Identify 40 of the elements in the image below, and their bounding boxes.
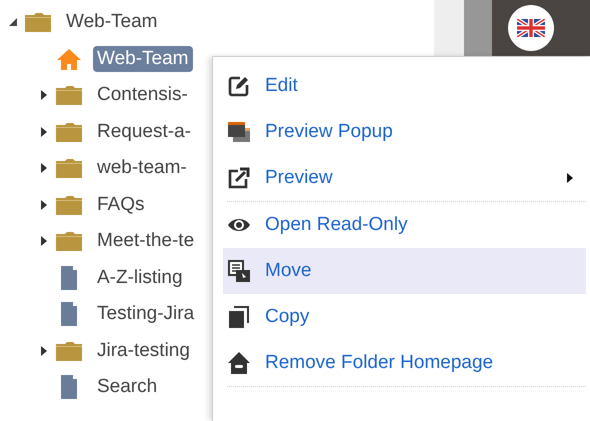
menu-item[interactable]: Move: [223, 248, 586, 294]
tree-item[interactable]: Meet-the-te: [93, 228, 198, 254]
menu-item[interactable]: Open Read-Only: [223, 202, 586, 248]
flag-icon: [517, 19, 545, 37]
external-link-icon: [227, 166, 251, 190]
tree-item[interactable]: web-team-: [93, 155, 191, 182]
popup-windows-icon: [227, 120, 251, 144]
edit-icon: [227, 74, 251, 98]
tree-item[interactable]: Contensis-: [93, 82, 192, 108]
copy-icon: [227, 305, 251, 329]
folder-icon: [55, 156, 83, 180]
collapse-arrow-icon[interactable]: [8, 17, 18, 28]
header-panel: [464, 0, 492, 56]
tree-item[interactable]: Web-Team: [93, 46, 193, 72]
tree-item[interactable]: A-Z-listing: [93, 264, 187, 291]
tree-item[interactable]: FAQs: [93, 192, 149, 218]
menu-item[interactable]: Preview Popup: [223, 109, 586, 155]
tree-item[interactable]: Testing-Jira: [93, 301, 198, 328]
header-panel: [434, 0, 464, 56]
tree-item[interactable]: Jira-testing: [93, 338, 194, 364]
expand-arrow-icon[interactable]: [39, 346, 49, 356]
menu-item[interactable]: Remove Folder Homepage: [223, 340, 586, 386]
folder-icon: [55, 83, 83, 108]
expand-arrow-icon[interactable]: [39, 200, 49, 210]
expand-arrow-icon[interactable]: [39, 90, 49, 100]
expand-arrow-icon[interactable]: [39, 126, 49, 137]
home-icon: [55, 46, 83, 71]
menu-item[interactable]: Edit: [223, 63, 586, 109]
tree-item[interactable]: Request-a-: [93, 118, 195, 145]
move-document-icon: [227, 259, 251, 283]
house-icon: [227, 351, 251, 375]
language-button[interactable]: [508, 5, 554, 51]
expand-arrow-icon[interactable]: [39, 163, 49, 174]
menu-item[interactable]: Preview: [223, 155, 586, 201]
expand-arrow-icon[interactable]: [39, 236, 49, 246]
tree-item[interactable]: Search: [93, 374, 162, 400]
menu-item[interactable]: Copy: [223, 294, 586, 340]
folder-icon: [55, 229, 83, 254]
tree-item[interactable]: Web-Team: [62, 9, 162, 36]
folder-icon: [24, 10, 52, 34]
